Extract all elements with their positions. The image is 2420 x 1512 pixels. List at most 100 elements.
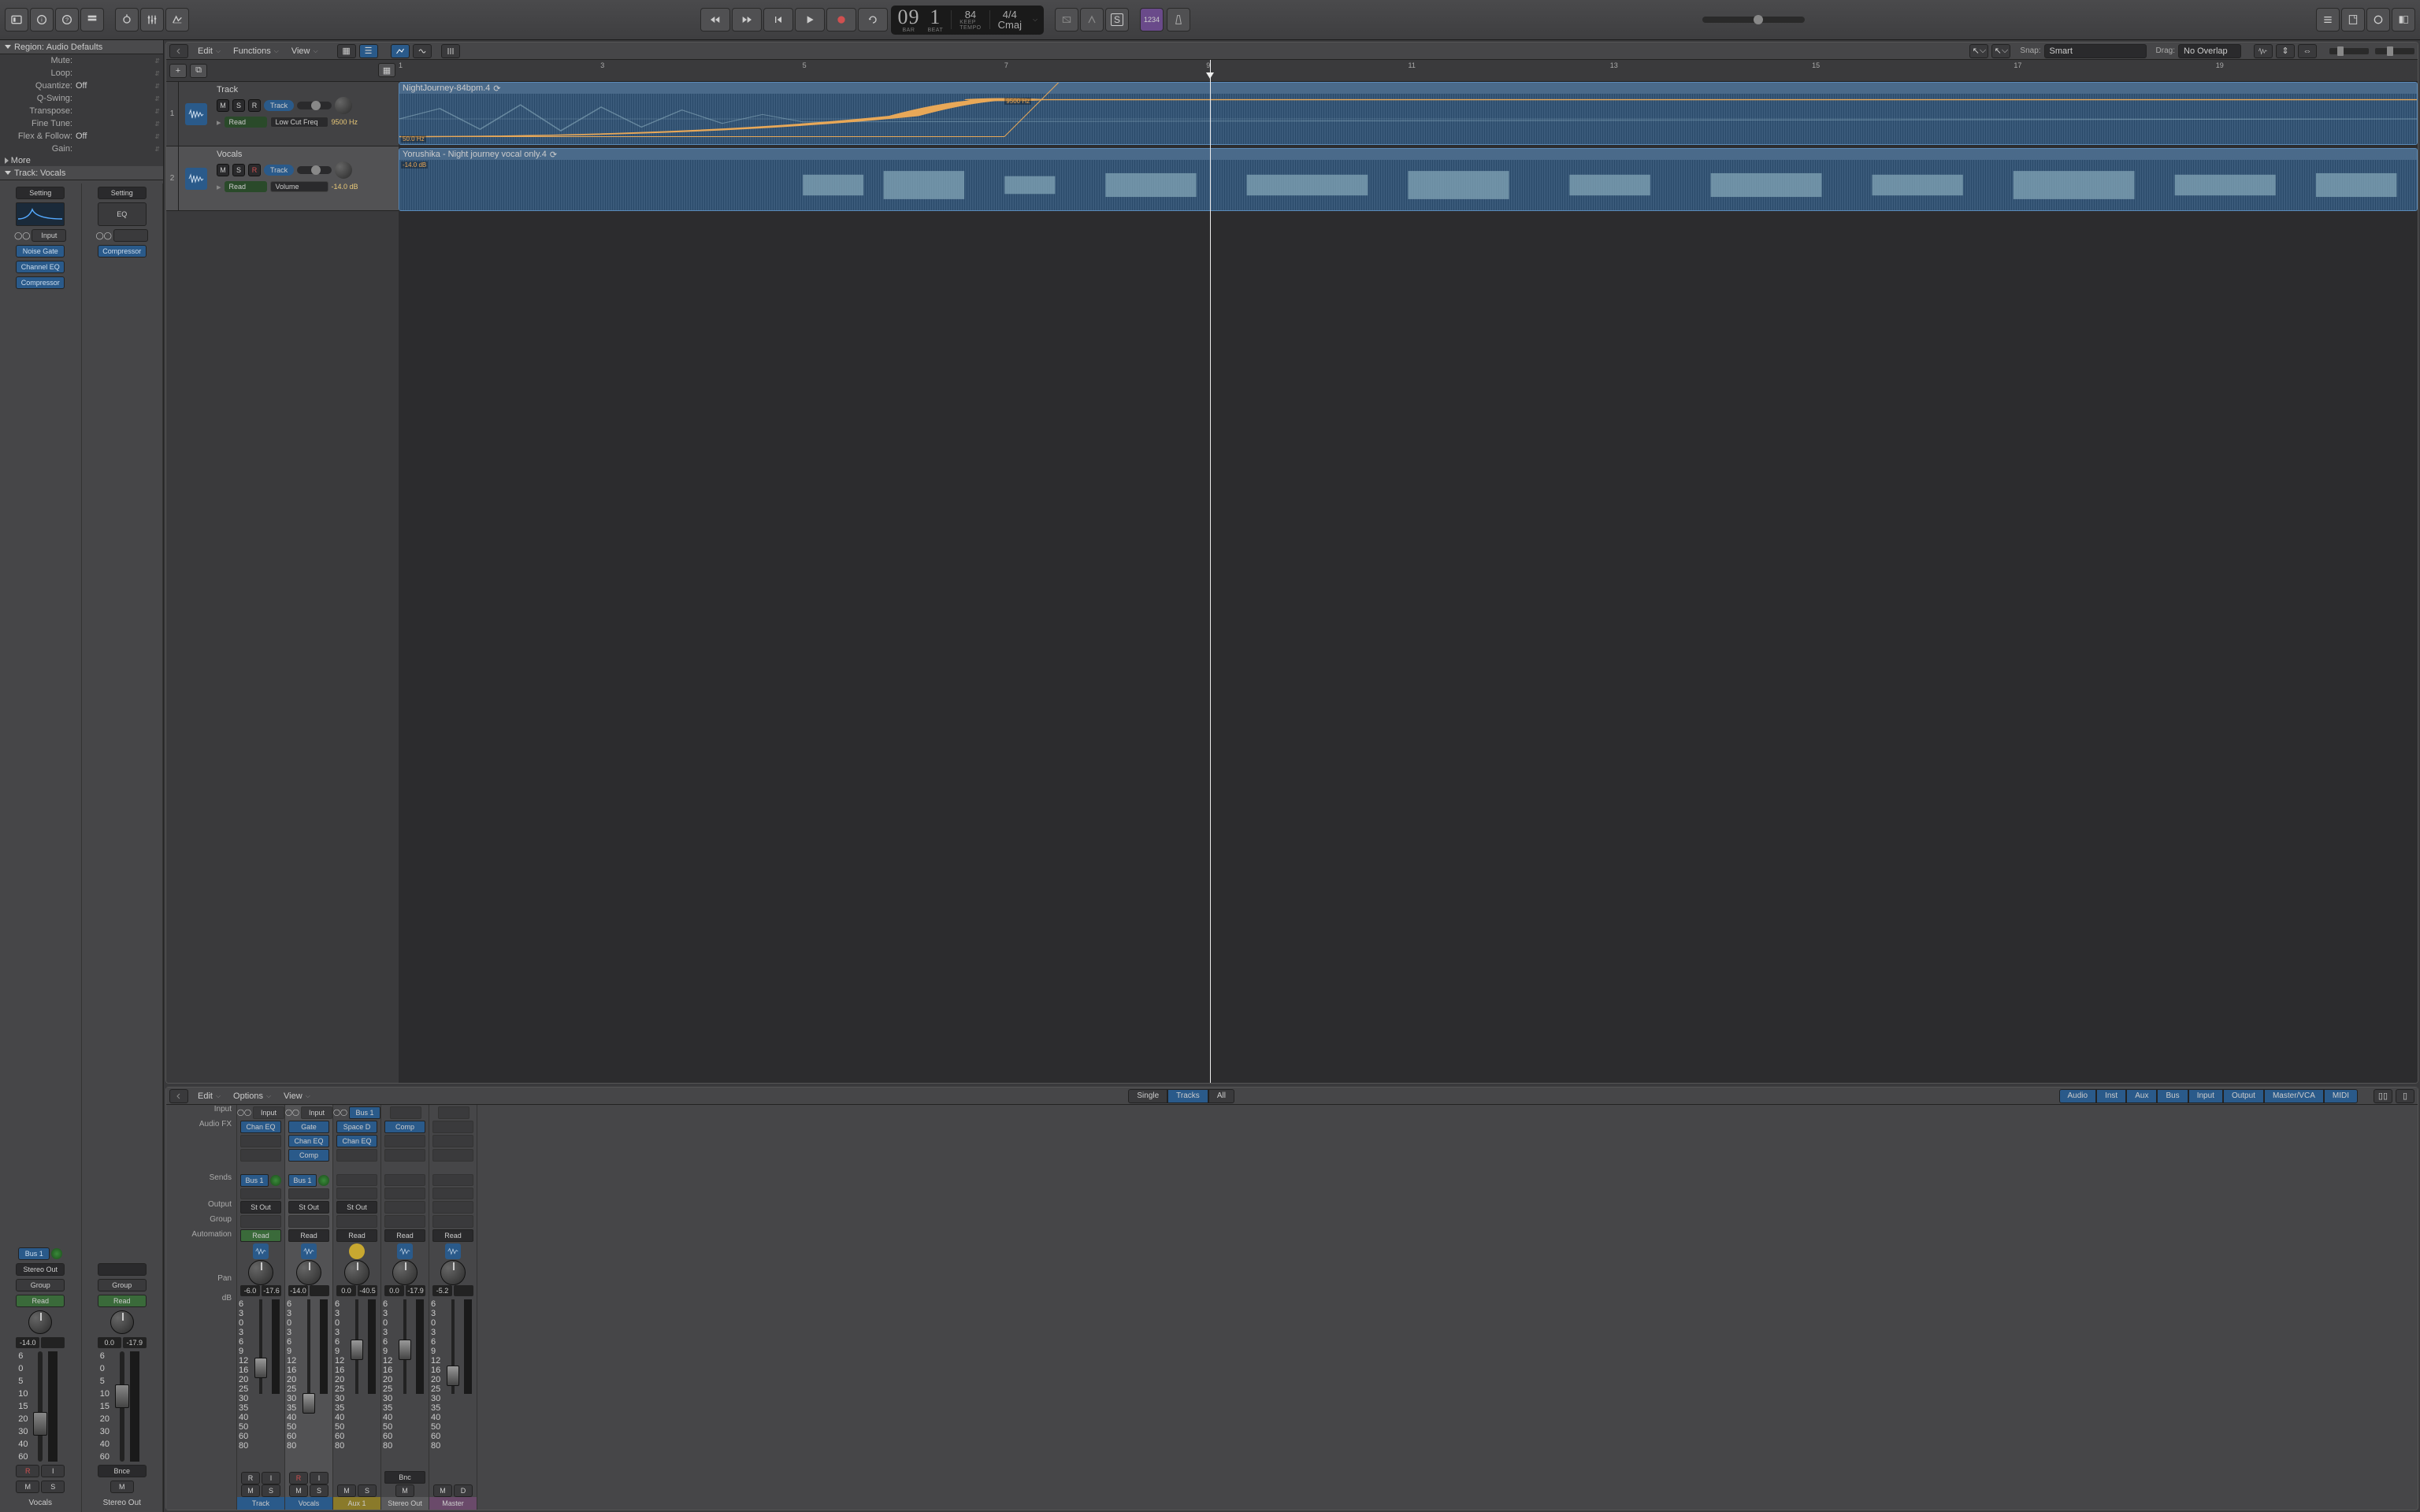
input-slot[interactable]: Input [253,1106,284,1119]
autopunch-button[interactable] [1080,8,1104,32]
automation-slot[interactable]: Read [98,1295,147,1307]
fx-slot[interactable]: Gate [288,1121,329,1133]
db-value[interactable]: 0.0 [384,1285,404,1296]
r-button[interactable]: R [248,164,261,176]
strip-name[interactable]: Aux 1 [333,1497,380,1510]
send-slot[interactable]: Bus 1 [288,1174,317,1187]
i-button[interactable]: I [262,1472,280,1484]
inspector-row[interactable]: Fine Tune:⇵ [0,117,163,130]
fx-slot[interactable]: Chan EQ [336,1135,377,1147]
output-slot[interactable]: St Out [336,1201,377,1214]
fx-slot[interactable]: Chan EQ [240,1121,281,1133]
db-value[interactable]: -14.0 [16,1337,39,1348]
browsers-button[interactable] [2392,8,2415,32]
db-peak[interactable] [454,1285,473,1296]
db-value[interactable]: 0.0 [336,1285,356,1296]
type-tab-audio[interactable]: Audio [2059,1089,2097,1103]
pan-knob[interactable] [28,1310,52,1334]
send-slot-empty[interactable] [336,1174,377,1186]
volume-slider[interactable] [297,102,332,109]
track-name[interactable]: Track [217,85,395,94]
wide-strip-button[interactable]: ▯▯ [2374,1089,2392,1103]
h-zoom-slider[interactable] [2375,48,2414,54]
i-button[interactable]: I [310,1472,328,1484]
type-tab-inst[interactable]: Inst [2096,1089,2126,1103]
automation-button[interactable] [391,44,410,58]
pointer-tool[interactable]: ↖⌵ [1969,44,1988,58]
r-button[interactable]: R [289,1472,308,1484]
region-track-2[interactable]: Yorushika - Night journey vocal only.4⟳ [399,148,2418,211]
view-menu[interactable]: View⌵ [285,44,325,58]
output-slot[interactable]: St Out [240,1201,281,1214]
db-peak[interactable] [41,1337,65,1348]
count-in-button[interactable]: 1234 [1140,8,1164,32]
send-slot-empty[interactable] [432,1174,473,1186]
drag-select[interactable]: No Overlap [2178,44,2241,58]
pan-knob[interactable] [392,1260,418,1285]
play-automation-icon[interactable]: ▸ [217,182,221,192]
region-track-1[interactable]: NightJourney-84bpm.4⟳ 9500 Hz 50.0 Hz [399,82,2418,145]
fx-slot-empty[interactable] [240,1135,281,1147]
pan-knob[interactable] [335,161,352,179]
track-icon[interactable] [185,168,207,190]
s-button[interactable]: S [232,164,245,176]
mixer-button[interactable] [140,8,164,32]
record-button[interactable] [826,8,856,32]
arrange-area[interactable]: 135791113151719 NightJourney-84bpm.4⟳ [399,60,2418,1083]
list-editors-button[interactable] [2316,8,2340,32]
automation-slot[interactable]: Read [288,1229,329,1242]
inspector-row[interactable]: Mute:⇵ [0,54,163,67]
db-value[interactable]: -5.2 [432,1285,452,1296]
fx-slot-empty[interactable] [240,1149,281,1162]
automation-mode[interactable]: Read [225,117,267,128]
fader[interactable]: 63036912162025303540506080 [429,1296,477,1470]
send-knob[interactable] [318,1175,329,1186]
strip-name[interactable]: Track [237,1497,284,1510]
pan-knob[interactable] [335,97,352,114]
input-slot[interactable] [390,1106,421,1119]
group-slot[interactable] [432,1215,473,1228]
send-slot[interactable]: Bus 1 [18,1247,50,1260]
db-peak[interactable]: -17.9 [406,1285,425,1296]
master-volume-slider[interactable] [1702,17,1805,23]
duplicate-track-button[interactable]: ⧉ [190,64,207,78]
wave-icon[interactable] [301,1243,317,1259]
strip-name[interactable]: Master [429,1497,477,1510]
options-menu[interactable]: Options⌵ [227,1089,277,1103]
clock-icon[interactable] [349,1243,365,1259]
bnc-button[interactable]: Bnc [384,1471,425,1484]
eq-slot[interactable]: EQ [98,202,147,226]
automation-param[interactable]: Volume [270,181,328,192]
wave-icon[interactable] [445,1243,461,1259]
r-button[interactable]: R [16,1465,39,1477]
s-button[interactable]: S [358,1484,377,1497]
group-slot[interactable]: Group [16,1279,65,1292]
fx-slot-empty[interactable] [336,1149,377,1162]
output-slot[interactable] [98,1263,147,1276]
grid-view-button[interactable]: ▦ [337,44,356,58]
input-slot[interactable] [113,229,148,242]
send-knob[interactable] [51,1248,62,1259]
loops-button[interactable] [2366,8,2390,32]
input-slot[interactable]: Bus 1 [349,1106,380,1119]
pan-knob[interactable] [248,1260,273,1285]
global-tracks-button[interactable]: ▦ [378,63,395,77]
library-button[interactable] [5,8,28,32]
smart-controls-button[interactable] [115,8,139,32]
fx-slot[interactable]: Comp [384,1121,425,1133]
m-button[interactable]: M [110,1480,134,1493]
pan-knob[interactable] [110,1310,134,1334]
play-button[interactable] [795,8,825,32]
track-type-badge[interactable]: Track [264,165,294,176]
v-zoom-slider[interactable] [2329,48,2369,54]
m-button[interactable]: M [241,1484,260,1497]
output-slot[interactable]: Stereo Out [16,1263,65,1276]
notes-button[interactable] [2341,8,2365,32]
catch-button[interactable] [441,44,460,58]
fx-slot[interactable]: Noise Gate [16,245,65,258]
toolbar-button[interactable] [80,8,104,32]
automation-value[interactable]: 9500 Hz [332,118,358,126]
inspector-row[interactable]: Transpose:⇵ [0,105,163,117]
input-slot[interactable]: Input [32,229,66,242]
db-peak[interactable]: -17.9 [123,1337,147,1348]
